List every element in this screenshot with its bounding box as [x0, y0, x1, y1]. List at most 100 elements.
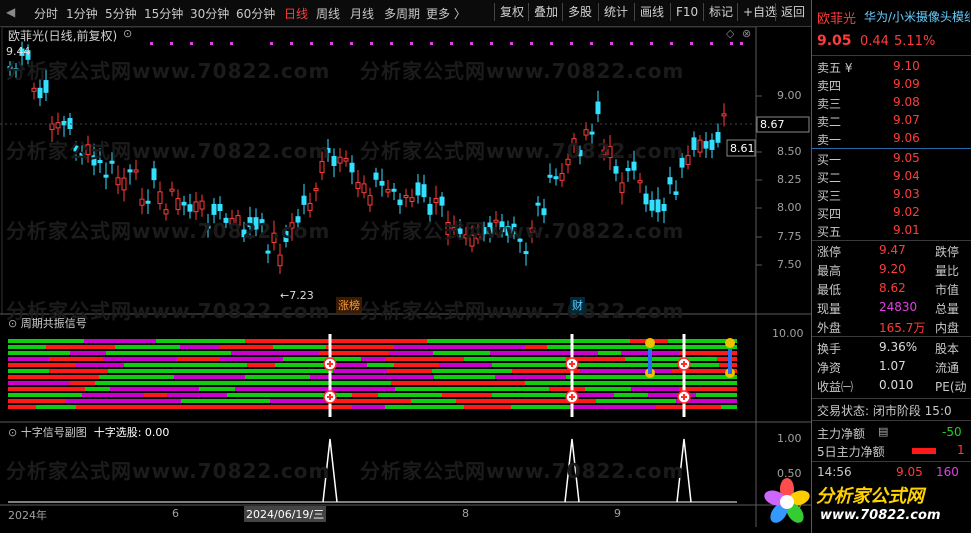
resonance-segment — [120, 375, 174, 379]
resonance-segment — [177, 357, 220, 361]
stats-button[interactable]: 统计 — [598, 3, 633, 21]
tab-period-15min[interactable]: 15分钟 — [144, 5, 183, 22]
resonance-segment — [547, 345, 626, 349]
resonance-segment — [427, 339, 460, 343]
candle-body — [643, 193, 649, 205]
resonance-segment — [696, 393, 737, 397]
resonance-segment — [434, 375, 495, 379]
tab-period-30min[interactable]: 30分钟 — [190, 5, 229, 22]
resonance-segment — [464, 345, 525, 349]
ask-row[interactable]: 卖二 9.07 — [817, 113, 971, 131]
bid-row[interactable]: 买三 9.03 — [817, 187, 971, 205]
event-tag-zhangbang[interactable]: 涨榜 — [336, 297, 362, 313]
main-flow-label: 主力净额 — [817, 427, 866, 441]
signal-dot — [170, 42, 173, 45]
resonance-segment — [167, 393, 227, 397]
resonance-segment — [231, 351, 256, 355]
stat2-label2: 股本 — [935, 342, 960, 356]
tab-period-multi[interactable]: 多周期 — [384, 5, 420, 22]
diamond-icon[interactable]: ◇ — [726, 27, 734, 40]
tab-period-more[interactable]: 更多 〉 — [426, 5, 466, 22]
resonance-segment — [85, 387, 110, 391]
tab-period-1min[interactable]: 1分钟 — [66, 5, 98, 22]
gear-icon[interactable]: ⊙ — [8, 426, 21, 439]
resonance-segment — [296, 381, 342, 385]
signal-dot — [390, 42, 393, 45]
resonance-segment — [8, 339, 84, 343]
f10-button[interactable]: F10 — [670, 3, 703, 21]
resonance-segment — [482, 399, 554, 403]
tab-period-60min[interactable]: 60分钟 — [236, 5, 275, 22]
fuquan-button[interactable]: 复权 — [494, 3, 529, 21]
ask-row[interactable]: 卖五 ¥ 9.10 — [817, 59, 971, 77]
candle-body — [439, 196, 445, 206]
signal-dot — [710, 42, 713, 45]
draw-line-button[interactable]: 画线 — [634, 3, 669, 21]
resonance-segment — [715, 387, 737, 391]
signal-dot — [370, 42, 373, 45]
stock-name: 欧菲光 — [817, 12, 857, 27]
tab-period-fenshi[interactable]: 分时 — [34, 5, 58, 22]
chevron-down-icon[interactable]: ⊙ — [123, 27, 132, 40]
signal-dot — [470, 42, 473, 45]
panel3-y-tick: 1.00 — [777, 432, 802, 445]
candle-body — [277, 254, 283, 267]
resonance-segment — [368, 375, 434, 379]
candle-body — [343, 157, 349, 162]
tab-period-monthly[interactable]: 月线 — [350, 5, 374, 22]
ask-row[interactable]: 卖四 9.09 — [817, 77, 971, 95]
resonance-segment — [456, 399, 482, 403]
resonance-segment — [335, 387, 395, 391]
x-label: 8 — [462, 507, 469, 520]
candle-body — [403, 195, 409, 199]
overlay-button[interactable]: 叠加 — [528, 3, 563, 21]
candle-body — [595, 101, 601, 115]
signal-dot — [670, 42, 673, 45]
stock-marquee: 华为/小米摄像头模组 — [864, 10, 970, 24]
ask-row[interactable]: 卖三 9.08 — [817, 95, 971, 113]
ask-label: 卖四 — [817, 79, 842, 93]
logo-url: www.70822.com — [820, 508, 941, 523]
tab-period-weekly[interactable]: 周线 — [316, 5, 340, 22]
candle-body — [385, 188, 391, 193]
resonance-segment — [394, 363, 439, 367]
watermark: 分析家公式网www.70822.com — [360, 459, 685, 483]
candle-body — [685, 155, 691, 165]
resonance-segment — [603, 381, 630, 385]
back-button[interactable]: 返回 — [775, 3, 810, 21]
bid-label: 买三 — [817, 189, 842, 203]
multi-stock-button[interactable]: 多股 — [562, 3, 597, 21]
candle-body — [337, 156, 343, 164]
resonance-segment — [245, 339, 295, 343]
tab-period-daily[interactable]: 日线 — [284, 5, 308, 22]
y-tick: 8.00 — [777, 201, 802, 214]
resonance-segment — [8, 387, 85, 391]
close-icon[interactable]: ⊗ — [742, 27, 751, 40]
signal-dot — [570, 42, 573, 45]
resonance-segment — [70, 381, 95, 385]
stat-row: 外盘 165.7万 内盘 — [817, 319, 971, 337]
bid-row[interactable]: 买五 9.01 — [817, 223, 971, 241]
resonance-segment — [170, 381, 239, 385]
tab-period-5min[interactable]: 5分钟 — [105, 5, 137, 22]
gear-icon[interactable]: ⊙ — [8, 317, 21, 330]
panel2-y-tick: 10.00 — [772, 327, 804, 340]
resonance-segment — [361, 357, 386, 361]
ask-row[interactable]: 卖一 9.06 — [817, 131, 971, 149]
resonance-segment — [349, 339, 427, 343]
stat-row: 最低 8.62 市值 — [817, 281, 971, 299]
candle-body — [217, 203, 223, 211]
resonance-segment — [442, 393, 492, 397]
bid-row[interactable]: 买一 9.05 — [817, 151, 971, 169]
toolbar-menu-icon[interactable]: ◀ — [6, 5, 15, 19]
event-tag-cai[interactable]: 财 — [570, 297, 585, 313]
resonance-segment — [631, 387, 679, 391]
mark-button[interactable]: 标记 — [703, 3, 738, 21]
resonance-segment — [209, 399, 270, 403]
chart-area[interactable]: 分析家公式网www.70822.com 分析家公式网www.70822.com … — [0, 27, 811, 527]
bid-row[interactable]: 买二 9.04 — [817, 169, 971, 187]
bid-row[interactable]: 买四 9.02 — [817, 205, 971, 223]
resonance-segment — [66, 399, 91, 403]
resonance-segment — [598, 351, 621, 355]
doc-icon[interactable]: ▤ — [878, 425, 888, 438]
